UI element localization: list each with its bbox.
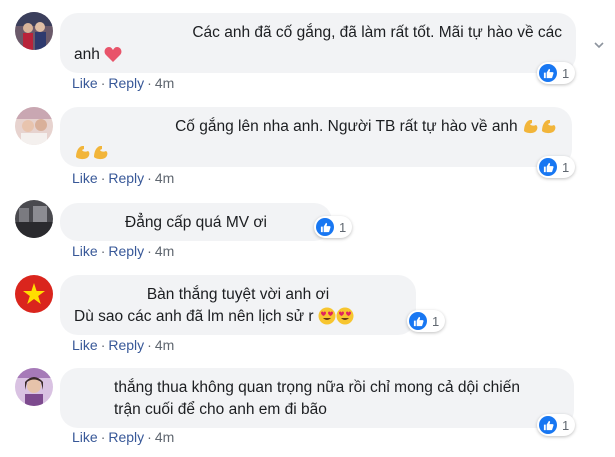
- comment-text-line: Bàn thắng tuyệt vời anh ơi: [146, 286, 330, 303]
- heart-eyes-emoji-icon: [336, 307, 354, 332]
- avatar[interactable]: [15, 200, 53, 238]
- like-link[interactable]: Like: [72, 170, 98, 186]
- chevron-down-icon[interactable]: [593, 38, 605, 50]
- comment-text-line: thắng thua không quan trọng nữa rồi chỉ …: [114, 379, 520, 396]
- comment-bubble: Đẳng cấp quá MV ơi: [60, 203, 332, 241]
- comment-bubble: Các anh đã cố gắng, đã làm rất tốt. Mãi …: [60, 13, 576, 73]
- avatar[interactable]: [15, 107, 53, 145]
- comment-actions: Like · Reply · 4m: [72, 170, 175, 186]
- like-link[interactable]: Like: [72, 337, 98, 353]
- comment-text-line: trận cuối để cho anh em đi bão: [114, 401, 327, 418]
- timestamp: 4m: [154, 75, 175, 91]
- avatar[interactable]: [15, 12, 53, 50]
- comment-actions: Like · Reply · 4m: [72, 337, 175, 353]
- reaction-count-badge[interactable]: 1: [314, 216, 353, 238]
- thumbs-up-icon: [539, 416, 557, 434]
- comment-text-line: Dù sao các anh đã lm nên lịch sử r: [74, 308, 314, 325]
- comment-bubble: Cố gắng lên nha anh. Người TB rất tự hào…: [60, 107, 572, 167]
- flexed-biceps-icon: [522, 117, 540, 142]
- timestamp: 4m: [154, 170, 175, 186]
- comment-text-line: Cố gắng lên nha anh. Người TB rất tự hào…: [175, 118, 518, 135]
- like-link[interactable]: Like: [72, 429, 98, 445]
- reply-link[interactable]: Reply: [108, 243, 144, 259]
- thumbs-up-icon: [539, 158, 557, 176]
- reaction-count-badge[interactable]: 1: [537, 414, 576, 436]
- flexed-biceps-icon: [92, 143, 110, 168]
- avatar[interactable]: [15, 368, 53, 406]
- avatar[interactable]: [15, 275, 53, 313]
- timestamp: 4m: [154, 429, 175, 445]
- comment-bubble: Bàn thắng tuyệt vời anh ơi Dù sao các an…: [60, 275, 416, 335]
- red-heart-icon: [104, 46, 122, 70]
- reaction-count-badge[interactable]: 1: [537, 62, 576, 84]
- comment-text-line: anh: [74, 46, 100, 63]
- like-link[interactable]: Like: [72, 75, 98, 91]
- reaction-count: 1: [432, 313, 440, 329]
- reaction-count-badge[interactable]: 1: [537, 156, 576, 178]
- reaction-count: 1: [562, 65, 570, 81]
- reply-link[interactable]: Reply: [108, 170, 144, 186]
- reply-link[interactable]: Reply: [108, 337, 144, 353]
- comment-text-line: Đẳng cấp quá MV ơi: [125, 214, 267, 231]
- like-link[interactable]: Like: [72, 243, 98, 259]
- timestamp: 4m: [154, 243, 175, 259]
- thumbs-up-icon: [316, 218, 334, 236]
- comment-bubble: thắng thua không quan trọng nữa rồi chỉ …: [60, 368, 574, 428]
- flexed-biceps-icon: [74, 143, 92, 168]
- timestamp: 4m: [154, 337, 175, 353]
- thumbs-up-icon: [539, 64, 557, 82]
- comment-actions: Like · Reply · 4m: [72, 75, 175, 91]
- reaction-count: 1: [562, 417, 570, 433]
- thumbs-up-icon: [409, 312, 427, 330]
- reply-link[interactable]: Reply: [108, 429, 144, 445]
- heart-eyes-emoji-icon: [318, 307, 336, 332]
- reaction-count: 1: [339, 219, 347, 235]
- reply-link[interactable]: Reply: [108, 75, 144, 91]
- flexed-biceps-icon: [540, 117, 558, 142]
- comment-text-line: Các anh đã cố gắng, đã làm rất tốt. Mãi …: [192, 24, 562, 41]
- reaction-count-badge[interactable]: 1: [407, 310, 446, 332]
- comment-actions: Like · Reply · 4m: [72, 243, 175, 259]
- comment-actions: Like · Reply · 4m: [72, 429, 175, 445]
- reaction-count: 1: [562, 159, 570, 175]
